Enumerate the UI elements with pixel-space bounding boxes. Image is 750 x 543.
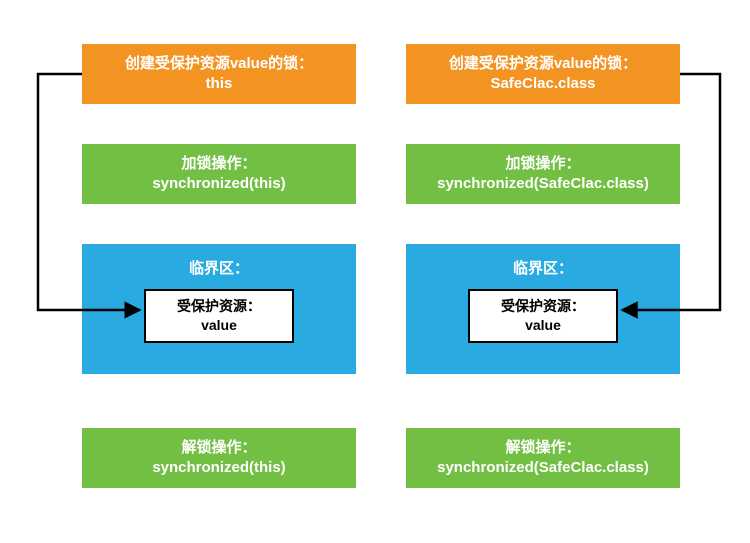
right-create-line2: SafeClac.class [490, 74, 595, 94]
left-create-line2: this [206, 74, 233, 94]
right-protected-line2: value [480, 316, 606, 335]
right-unlock-box: 解锁操作： synchronized(SafeClac.class) [406, 428, 680, 488]
left-unlock-line2: synchronized(this) [152, 458, 285, 478]
right-unlock-line1: 解锁操作： [505, 438, 580, 458]
left-create-line1: 创建受保护资源value的锁： [125, 54, 313, 74]
left-lock-line1: 加锁操作： [181, 154, 256, 174]
left-critical-title: 临界区： [189, 259, 249, 279]
left-protected-resource-box: 受保护资源： value [144, 289, 294, 343]
right-create-line1: 创建受保护资源value的锁： [449, 54, 637, 74]
right-lock-box: 加锁操作： synchronized(SafeClac.class) [406, 144, 680, 204]
left-unlock-line1: 解锁操作： [181, 438, 256, 458]
right-protected-resource-box: 受保护资源： value [468, 289, 618, 343]
left-lock-box: 加锁操作： synchronized(this) [82, 144, 356, 204]
left-lock-line2: synchronized(this) [152, 174, 285, 194]
right-lock-line1: 加锁操作： [505, 154, 580, 174]
right-critical-section-box: 临界区： 受保护资源： value [406, 244, 680, 374]
left-protected-line1: 受保护资源： [156, 297, 282, 316]
left-critical-section-box: 临界区： 受保护资源： value [82, 244, 356, 374]
right-protected-line1: 受保护资源： [480, 297, 606, 316]
right-create-lock-box: 创建受保护资源value的锁： SafeClac.class [406, 44, 680, 104]
right-critical-title: 临界区： [513, 259, 573, 279]
left-protected-line2: value [156, 316, 282, 335]
right-unlock-line2: synchronized(SafeClac.class) [437, 458, 649, 478]
right-lock-line2: synchronized(SafeClac.class) [437, 174, 649, 194]
left-unlock-box: 解锁操作： synchronized(this) [82, 428, 356, 488]
left-create-lock-box: 创建受保护资源value的锁： this [82, 44, 356, 104]
